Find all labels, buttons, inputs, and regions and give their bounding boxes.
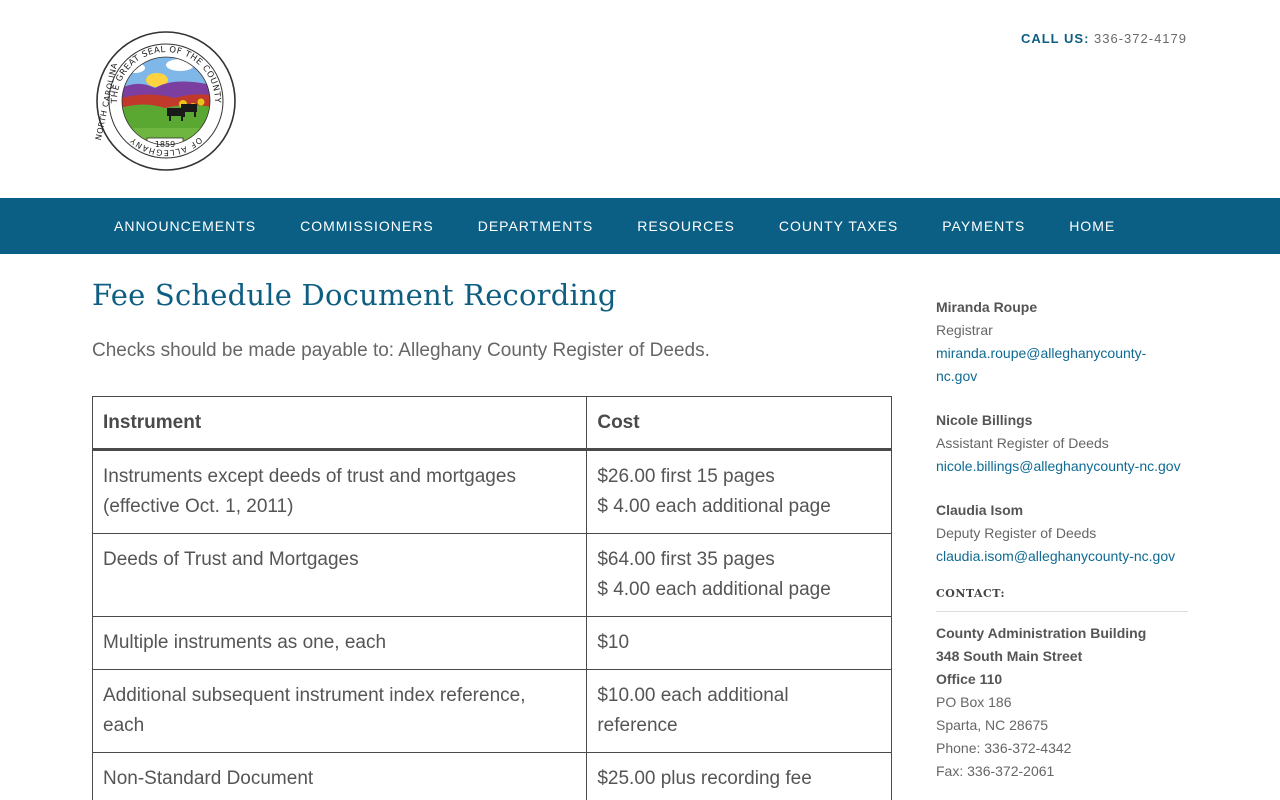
staff-role: Registrar <box>936 322 993 338</box>
cost-cell: $10 <box>586 616 892 670</box>
staff-role: Assistant Register of Deeds <box>936 435 1109 451</box>
cost-text: $ 4.00 each additional page <box>597 496 831 517</box>
instrument-cell: Multiple instruments as one, each <box>91 616 588 670</box>
instrument-cell: Instruments except deeds of trust and mo… <box>91 449 588 534</box>
address-line: 348 South Main Street <box>936 648 1083 664</box>
cost-cell: $25.00 plus recording fee <box>586 752 892 800</box>
staff-card: Miranda Roupe Registrar miranda.roupe@al… <box>936 296 1188 388</box>
county-seal-icon: THE GREAT SEAL OF THE COUNTY OF ALLEGHAN… <box>94 31 236 171</box>
email-line: claudia.isom@alleghanycounty-nc.gov <box>936 548 1176 564</box>
instrument-cell: Additional subsequent instrument index r… <box>91 669 588 753</box>
cost-text: $64.00 first 35 pages <box>597 549 775 570</box>
staff-role: Deputy Register of Deeds <box>936 525 1097 541</box>
instrument-cell: Deeds of Trust and Mortgages <box>91 533 588 617</box>
nav-item-county-taxes[interactable]: COUNTY TAXES <box>757 198 920 254</box>
instrument-text: Non-Standard Document <box>103 768 314 789</box>
staff-email-link[interactable]: claudia.isom@alleghanycounty-nc.gov <box>936 548 1175 564</box>
table-row: Deeds of Trust and Mortgages $64.00 firs… <box>91 533 892 617</box>
contact-address: County Administration Building 348 South… <box>936 622 1188 783</box>
column-header-cost: Cost <box>586 396 892 451</box>
address-line: Office 110 <box>936 671 1003 687</box>
staff-name: Nicole Billings <box>936 412 1033 428</box>
site-header: THE GREAT SEAL OF THE COUNTY OF ALLEGHAN… <box>0 0 1280 198</box>
cost-text: $ 4.00 each additional page <box>597 579 831 600</box>
instrument-text: (effective Oct. 1, 2011) <box>103 496 294 517</box>
county-seal-logo[interactable]: THE GREAT SEAL OF THE COUNTY OF ALLEGHAN… <box>94 30 237 172</box>
seal-year: 1859 <box>155 140 175 149</box>
table-row: Multiple instruments as one, each $10 <box>91 616 892 670</box>
instrument-text: Deeds of Trust and Mortgages <box>103 549 359 570</box>
instrument-text: Additional subsequent instrument index r… <box>103 685 526 706</box>
nav-item-commissioners[interactable]: COMMISSIONERS <box>278 198 456 254</box>
cost-text: $26.00 first 15 pages <box>597 466 775 487</box>
cost-text: reference <box>597 715 678 736</box>
cost-text: $10.00 each additional <box>597 685 789 706</box>
nav-item-resources[interactable]: RESOURCES <box>615 198 757 254</box>
cost-cell: $10.00 each additional reference <box>586 669 892 753</box>
main-nav: ANNOUNCEMENTS COMMISSIONERS DEPARTMENTS … <box>0 198 1280 254</box>
staff-name: Claudia Isom <box>936 502 1024 518</box>
page-title: Fee Schedule Document Recording <box>92 278 617 312</box>
cost-cell: $64.00 first 35 pages $ 4.00 each additi… <box>586 533 892 617</box>
address-line: Sparta, NC 28675 <box>936 717 1049 733</box>
cost-cell: $26.00 first 15 pages $ 4.00 each additi… <box>586 449 892 534</box>
staff-name: Miranda Roupe <box>936 299 1038 315</box>
staff-email-link[interactable]: miranda.roupe@alleghanycounty- nc.gov <box>936 345 1146 384</box>
cost-text: $25.00 plus recording fee <box>597 768 812 789</box>
call-us: CALL US: 336-372-4179 <box>1021 31 1187 46</box>
staff-card: Claudia Isom Deputy Register of Deeds cl… <box>936 499 1188 568</box>
sidebar: Miranda Roupe Registrar miranda.roupe@al… <box>936 296 1188 783</box>
instrument-text: each <box>103 715 145 736</box>
address-line: PO Box 186 <box>936 694 1012 710</box>
phone-line: Phone: 336-372-4342 <box>936 740 1072 756</box>
staff-card: Nicole Billings Assistant Register of De… <box>936 409 1188 478</box>
nav-item-payments[interactable]: PAYMENTS <box>920 198 1047 254</box>
table-row: Instruments except deeds of trust and mo… <box>91 449 892 534</box>
instrument-text: Instruments except deeds of trust and mo… <box>103 466 516 487</box>
instrument-text: Multiple instruments as one, each <box>103 632 387 653</box>
call-us-label: CALL US: <box>1020 31 1090 46</box>
nav-item-departments[interactable]: DEPARTMENTS <box>456 198 616 254</box>
address-line: County Administration Building <box>936 625 1147 641</box>
table-row: Additional subsequent instrument index r… <box>91 669 892 753</box>
call-us-number[interactable]: 336-372-4179 <box>1094 31 1187 46</box>
intro-text: Checks should be made payable to: Allegh… <box>92 340 710 361</box>
email-line: miranda.roupe@alleghanycounty- <box>936 345 1147 361</box>
nav-item-home[interactable]: HOME <box>1047 198 1137 254</box>
instrument-cell: Non-Standard Document <box>91 752 588 800</box>
fee-table: Instrument Cost Instruments except deeds… <box>91 396 892 800</box>
table-row: Non-Standard Document $25.00 plus record… <box>91 752 892 800</box>
contact-heading: CONTACT: <box>936 582 1188 612</box>
nav-item-announcements[interactable]: ANNOUNCEMENTS <box>92 198 278 254</box>
fax-line: Fax: 336-372-2061 <box>936 763 1055 779</box>
column-header-instrument: Instrument <box>91 396 588 451</box>
table-header-row: Instrument Cost <box>91 396 892 451</box>
staff-email-link[interactable]: nicole.billings@alleghanycounty-nc.gov <box>936 458 1181 474</box>
email-line: nc.gov <box>936 368 978 384</box>
email-line: nicole.billings@alleghanycounty-nc.gov <box>936 458 1181 474</box>
cost-text: $10 <box>597 632 630 653</box>
